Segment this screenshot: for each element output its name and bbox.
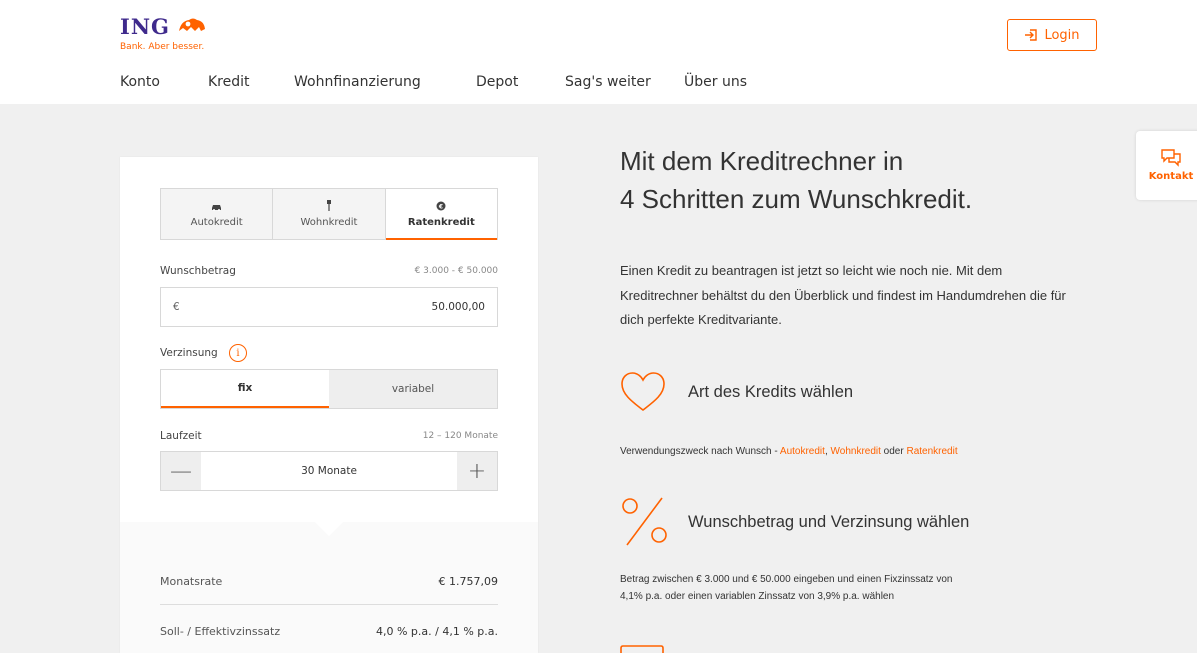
car-icon bbox=[211, 201, 222, 214]
login-button[interactable]: Login bbox=[1007, 19, 1097, 51]
kontakt-button[interactable]: Kontakt bbox=[1136, 131, 1197, 200]
heart-icon bbox=[621, 372, 665, 412]
page-headline: Mit dem Kreditrechner in 4 Schritten zum… bbox=[620, 142, 972, 218]
logo-tagline: Bank. Aber besser. bbox=[120, 42, 205, 52]
logo-wordmark: ING bbox=[120, 14, 170, 39]
step2-title: Wunschbetrag und Verzinsung wählen bbox=[688, 513, 970, 531]
interest-rate-label: Soll- / Effektivzinssatz bbox=[160, 625, 281, 638]
tab-label: Ratenkredit bbox=[407, 216, 475, 228]
nav-item-wohnfinanzierung[interactable]: Wohnfinanzierung bbox=[294, 74, 421, 90]
login-label: Login bbox=[1044, 27, 1080, 43]
term-label: Laufzeit bbox=[160, 430, 202, 442]
headline-line-1: Mit dem Kreditrechner in bbox=[620, 146, 904, 176]
nav-item-ueber-uns[interactable]: Über uns bbox=[684, 74, 747, 90]
step2-desc-line-1: Betrag zwischen € 3.000 und € 50.000 ein… bbox=[620, 574, 953, 585]
chat-icon bbox=[1161, 149, 1181, 167]
interest-toggle: fix variabel bbox=[160, 369, 498, 409]
step1-desc-text: Verwendungszweck nach Wunsch - bbox=[620, 446, 780, 457]
term-range: 12 – 120 Monate bbox=[422, 431, 498, 441]
amount-label: Wunschbetrag bbox=[160, 265, 236, 277]
site-header: ING Bank. Aber besser. Login Konto Kredi… bbox=[0, 0, 1197, 104]
ratenkredit-link[interactable]: Ratenkredit bbox=[906, 446, 957, 457]
nav-item-konto[interactable]: Konto bbox=[120, 74, 160, 90]
tab-wohnkredit[interactable]: Wohnkredit bbox=[273, 189, 386, 239]
monthly-rate-label: Monatsrate bbox=[160, 575, 223, 588]
login-icon bbox=[1025, 29, 1038, 41]
autokredit-link[interactable]: Autokredit bbox=[780, 446, 825, 457]
currency-symbol: € bbox=[173, 301, 180, 313]
interest-label: Verzinsung bbox=[160, 347, 218, 359]
tab-autokredit[interactable]: Autokredit bbox=[161, 189, 274, 239]
term-value[interactable]: 30 Monate bbox=[201, 452, 457, 490]
separator: oder bbox=[880, 446, 907, 457]
credit-type-tabs: Autokredit Wohnkredit € Ratenkredit bbox=[160, 188, 498, 240]
nav-item-sags-weiter[interactable]: Sag's weiter bbox=[565, 74, 651, 90]
amount-input[interactable]: € 50.000,00 bbox=[160, 287, 498, 327]
step1-title: Art des Kredits wählen bbox=[688, 383, 854, 401]
results-divider bbox=[160, 604, 498, 605]
lion-icon bbox=[177, 15, 207, 39]
tab-label: Autokredit bbox=[190, 216, 243, 228]
interest-option-variabel[interactable]: variabel bbox=[329, 370, 497, 408]
percent-icon bbox=[622, 497, 667, 546]
nav-item-depot[interactable]: Depot bbox=[476, 74, 518, 90]
kontakt-label: Kontakt bbox=[1148, 171, 1194, 182]
wohnkredit-link[interactable]: Wohnkredit bbox=[831, 446, 881, 457]
step2-description: Betrag zwischen € 3.000 und € 50.000 ein… bbox=[620, 571, 952, 605]
monthly-rate-value: € 1.757,09 bbox=[438, 575, 498, 588]
svg-text:€: € bbox=[438, 203, 443, 210]
interest-rate-value: 4,0 % p.a. / 4,1 % p.a. bbox=[375, 625, 498, 638]
nav-item-kredit[interactable]: Kredit bbox=[208, 74, 250, 90]
step1-description: Verwendungszweck nach Wunsch - Autokredi… bbox=[620, 443, 958, 460]
coin-icon: € bbox=[436, 201, 446, 214]
tab-ratenkredit[interactable]: € Ratenkredit bbox=[385, 189, 498, 240]
ing-logo[interactable]: ING Bank. Aber besser. bbox=[120, 14, 207, 52]
step2-desc-line-2: 4,1% p.a. oder einen variablen Zinssatz … bbox=[620, 591, 895, 602]
home-icon bbox=[325, 200, 333, 214]
interest-option-fix[interactable]: fix bbox=[161, 370, 329, 408]
term-stepper: — 30 Monate + bbox=[160, 451, 498, 491]
info-icon[interactable]: i bbox=[229, 344, 247, 362]
tab-label: Wohnkredit bbox=[300, 217, 358, 228]
intro-text: Einen Kredit zu beantragen ist jetzt so … bbox=[620, 263, 1066, 327]
amount-range: € 3.000 - € 50.000 bbox=[414, 266, 498, 276]
amount-value: 50.000,00 bbox=[431, 301, 485, 313]
decrement-button[interactable]: — bbox=[161, 452, 201, 490]
increment-button[interactable]: + bbox=[457, 452, 497, 490]
step3-icon bbox=[620, 645, 664, 653]
headline-line-2: 4 Schritten zum Wunschkredit. bbox=[620, 184, 973, 214]
